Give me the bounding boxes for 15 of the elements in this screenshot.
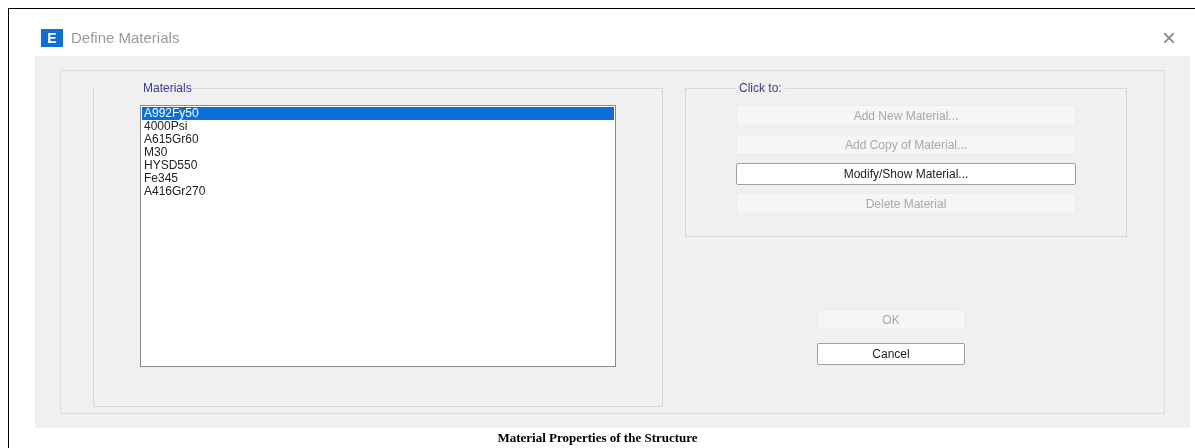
group-label: Materials xyxy=(142,80,193,97)
app-logo: E xyxy=(41,29,63,47)
action-button[interactable]: Modify/Show Material... xyxy=(736,163,1076,185)
list-item[interactable]: Fe345 xyxy=(142,172,614,185)
action-button[interactable]: Cancel xyxy=(817,343,965,365)
window-title: Define Materials xyxy=(71,27,180,48)
close-button[interactable]: × xyxy=(1162,26,1176,50)
list-item[interactable]: A992Fy50 xyxy=(142,107,614,120)
list-item[interactable]: HYSD550 xyxy=(142,159,614,172)
list-item[interactable]: A615Gr60 xyxy=(142,133,614,146)
figure-caption: Material Properties of the Structure xyxy=(497,429,698,447)
list-item[interactable]: A416Gr270 xyxy=(142,185,614,198)
list-item[interactable]: M30 xyxy=(142,146,614,159)
list-item[interactable]: 4000Psi xyxy=(142,120,614,133)
group-label: Click to: xyxy=(738,80,783,97)
